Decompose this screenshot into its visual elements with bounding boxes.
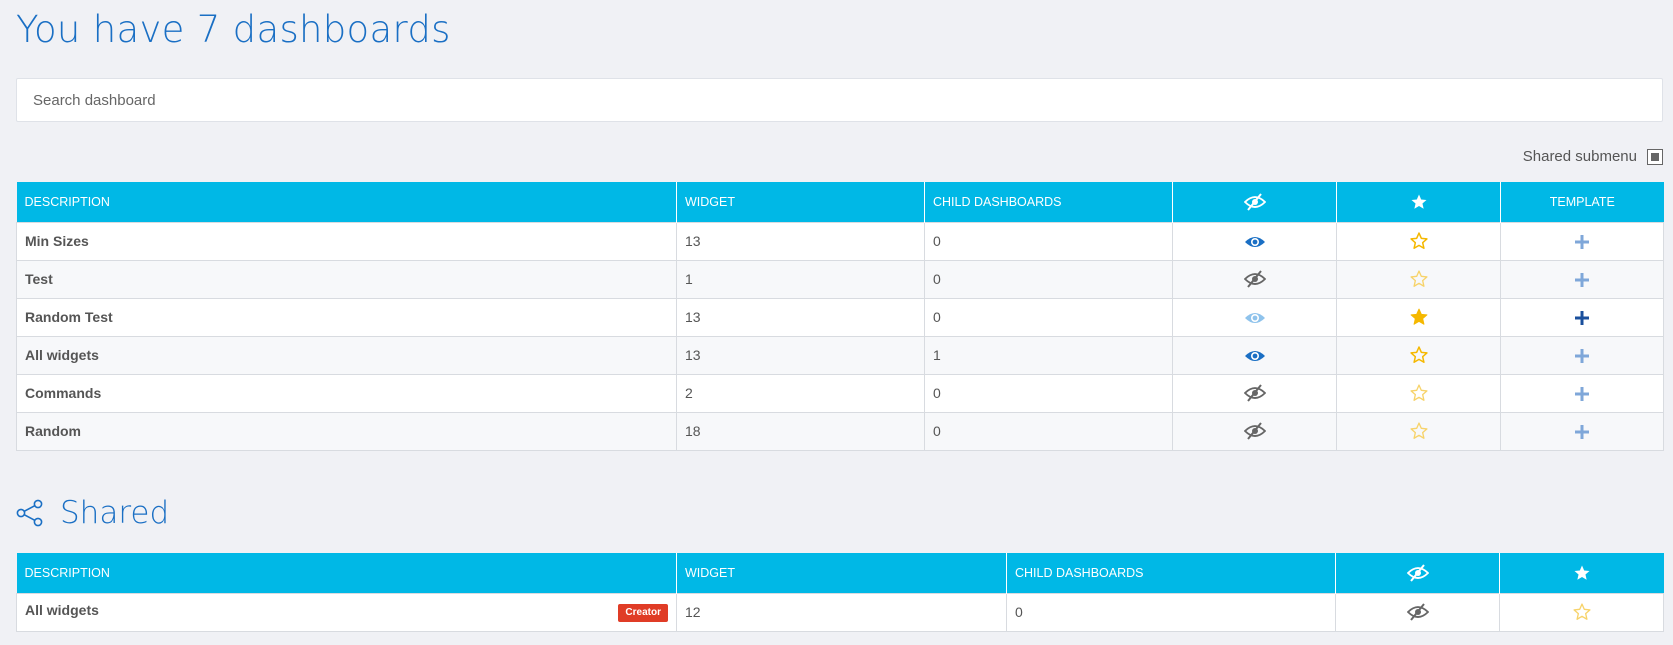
widget-count: 13 (676, 335, 925, 375)
visibility-cell (1172, 259, 1337, 299)
table-header-row: DESCRIPTION WIDGET CHILD DASHBOARDS TEMP… (16, 182, 1664, 222)
plus-icon[interactable] (1575, 273, 1589, 288)
widget-count: 13 (676, 221, 925, 261)
widget-count: 12 (676, 592, 1007, 632)
column-header-description[interactable]: DESCRIPTION (16, 553, 677, 593)
widget-count: 1 (676, 259, 925, 299)
child-dashboards-count: 0 (924, 259, 1173, 299)
shared-submenu-checkbox[interactable] (1647, 148, 1663, 165)
dashboard-description[interactable]: Random Test (16, 297, 677, 337)
plus-icon[interactable] (1575, 349, 1589, 364)
star-icon[interactable] (1409, 307, 1429, 327)
star-icon (1573, 564, 1591, 582)
eye-icon[interactable] (1244, 234, 1266, 250)
visibility-cell (1172, 335, 1337, 375)
eye-icon[interactable] (1244, 348, 1266, 364)
widget-count: 13 (676, 297, 925, 337)
table-row[interactable]: Random Test 13 0 (16, 297, 1664, 337)
dashboard-description[interactable]: Test (16, 259, 677, 299)
star-icon[interactable] (1409, 345, 1429, 365)
eye-slash-icon[interactable] (1243, 422, 1266, 440)
column-header-template[interactable]: TEMPLATE (1500, 182, 1664, 222)
table-row[interactable]: Random 18 0 (16, 411, 1664, 451)
column-header-description[interactable]: DESCRIPTION (16, 182, 677, 222)
eye-slash-icon[interactable] (1406, 603, 1429, 621)
favorite-cell (1336, 335, 1501, 375)
shared-section-title: Shared (60, 495, 170, 531)
search-input[interactable] (16, 78, 1663, 122)
plus-icon[interactable] (1575, 387, 1589, 402)
child-dashboards-count: 1 (924, 335, 1173, 375)
table-row[interactable]: All widgets 13 1 (16, 335, 1664, 375)
shared-submenu-toggle[interactable]: Shared submenu (1523, 148, 1663, 165)
child-dashboards-count: 0 (1006, 592, 1336, 632)
table-header-row: DESCRIPTION WIDGET CHILD DASHBOARDS (16, 553, 1664, 593)
plus-icon[interactable] (1575, 235, 1589, 250)
eye-slash-icon (1406, 564, 1429, 582)
shared-submenu-label: Shared submenu (1522, 148, 1637, 165)
column-header-widget[interactable]: WIDGET (676, 553, 1007, 593)
child-dashboards-count: 0 (924, 373, 1173, 413)
visibility-cell (1335, 592, 1500, 632)
table-row[interactable]: Creator All widgets 12 0 (16, 592, 1664, 632)
template-cell (1500, 373, 1664, 413)
star-icon (1410, 193, 1428, 211)
column-header-widget[interactable]: WIDGET (676, 182, 925, 222)
share-icon (16, 499, 44, 527)
widget-count: 18 (676, 411, 925, 451)
visibility-cell (1172, 411, 1337, 451)
favorite-cell (1336, 297, 1501, 337)
table-row[interactable]: Min Sizes 13 0 (16, 221, 1664, 261)
column-header-child-dashboards[interactable]: CHILD DASHBOARDS (924, 182, 1173, 222)
column-header-favorite[interactable] (1336, 182, 1501, 222)
dashboards-table: DESCRIPTION WIDGET CHILD DASHBOARDS TEMP… (16, 182, 1664, 451)
child-dashboards-count: 0 (924, 297, 1173, 337)
column-header-favorite[interactable] (1499, 553, 1664, 593)
template-cell (1500, 297, 1664, 337)
favorite-cell (1336, 411, 1501, 451)
dashboard-description[interactable]: Creator All widgets (16, 592, 677, 632)
dashboard-description[interactable]: All widgets (16, 335, 677, 375)
widget-count: 2 (676, 373, 925, 413)
child-dashboards-count: 0 (924, 411, 1173, 451)
eye-slash-icon[interactable] (1243, 270, 1266, 288)
shared-section-heading: Shared (16, 495, 169, 531)
plus-icon[interactable] (1575, 425, 1589, 440)
visibility-cell (1172, 221, 1337, 261)
template-cell (1500, 221, 1664, 261)
table-row[interactable]: Test 1 0 (16, 259, 1664, 299)
page-title: You have 7 dashboards (16, 8, 451, 51)
plus-icon[interactable] (1575, 311, 1589, 326)
shared-dashboards-table: DESCRIPTION WIDGET CHILD DASHBOARDS Crea… (16, 553, 1664, 632)
column-header-child-dashboards[interactable]: CHILD DASHBOARDS (1006, 553, 1336, 593)
star-icon[interactable] (1409, 421, 1429, 441)
child-dashboards-count: 0 (924, 221, 1173, 261)
eye-slash-icon[interactable] (1243, 384, 1266, 402)
template-cell (1500, 259, 1664, 299)
column-header-visibility[interactable] (1172, 182, 1337, 222)
template-cell (1500, 335, 1664, 375)
star-icon[interactable] (1572, 602, 1592, 622)
template-cell (1500, 411, 1664, 451)
favorite-cell (1336, 259, 1501, 299)
dashboard-description[interactable]: Random (16, 411, 677, 451)
dashboard-description-text: All widgets (25, 602, 99, 618)
star-icon[interactable] (1409, 269, 1429, 289)
creator-badge: Creator (618, 604, 668, 622)
favorite-cell (1336, 221, 1501, 261)
table-row[interactable]: Commands 2 0 (16, 373, 1664, 413)
eye-icon[interactable] (1244, 310, 1266, 326)
visibility-cell (1172, 373, 1337, 413)
favorite-cell (1336, 373, 1501, 413)
favorite-cell (1499, 592, 1664, 632)
star-icon[interactable] (1409, 231, 1429, 251)
dashboard-description[interactable]: Commands (16, 373, 677, 413)
eye-slash-icon (1243, 193, 1266, 211)
visibility-cell (1172, 297, 1337, 337)
star-icon[interactable] (1409, 383, 1429, 403)
dashboard-description[interactable]: Min Sizes (16, 221, 677, 261)
column-header-visibility[interactable] (1335, 553, 1500, 593)
